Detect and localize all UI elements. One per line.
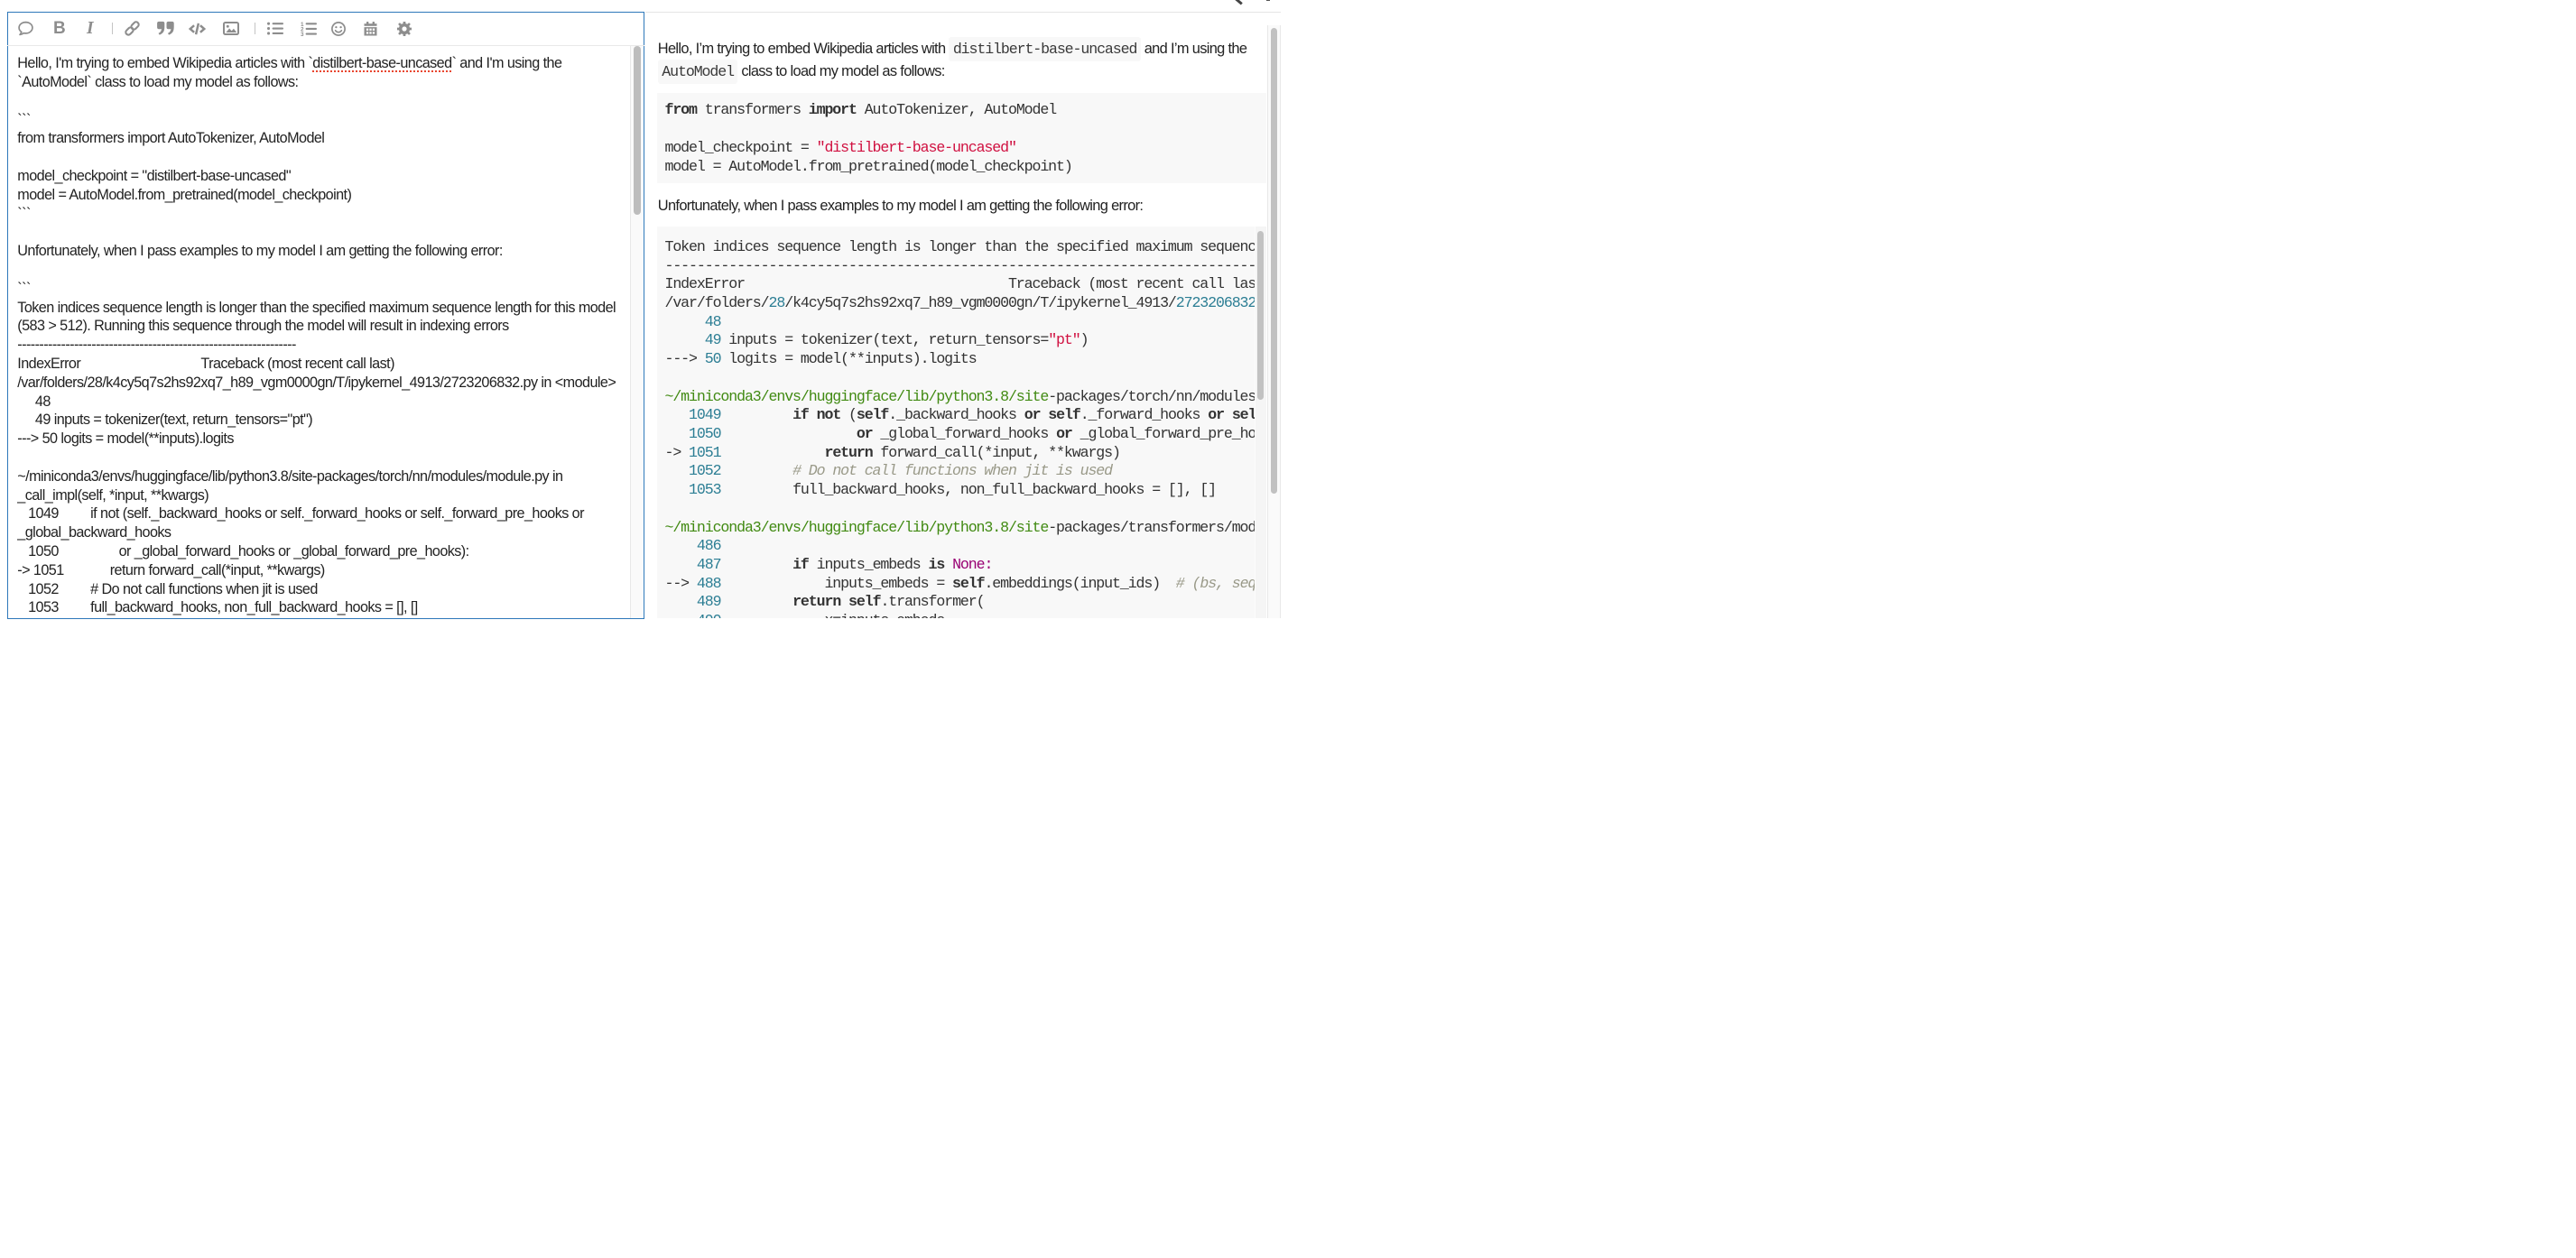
svg-text:3: 3 (301, 32, 304, 36)
